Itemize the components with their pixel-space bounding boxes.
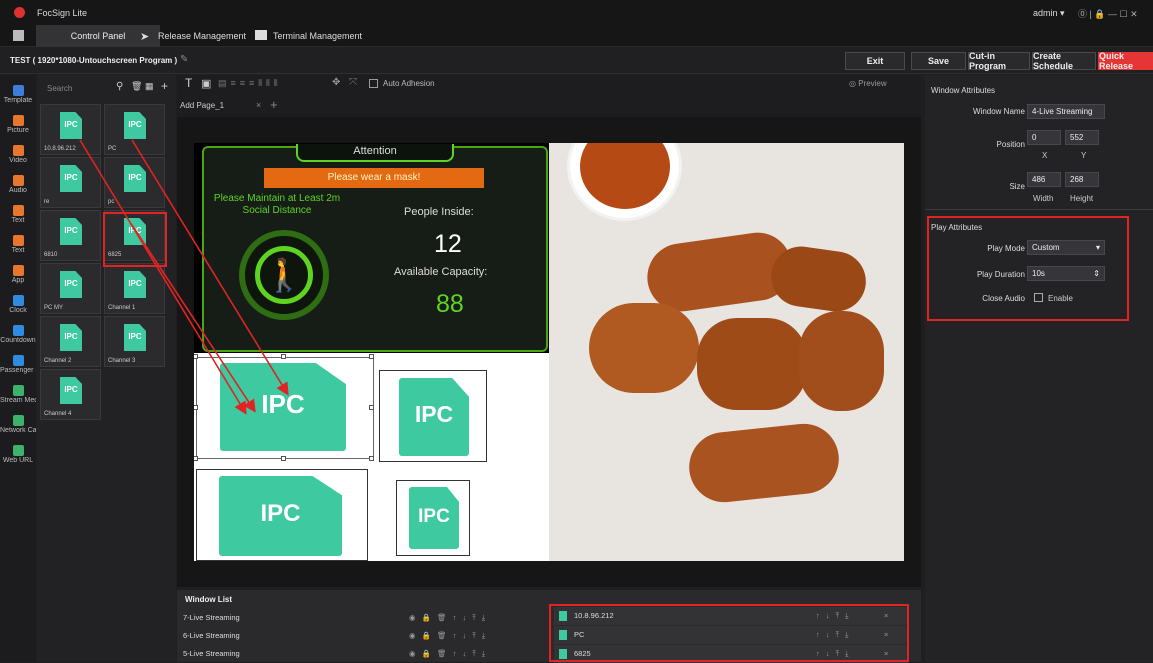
window-row-name: 6-Live Streaming <box>183 631 240 640</box>
window-name-label: Window Name <box>972 107 1025 116</box>
window-attributes-title: Window Attributes <box>931 86 996 95</box>
x-label: X <box>1042 151 1048 160</box>
window-row-name: 7-Live Streaming <box>183 613 240 622</box>
width-label: Width <box>1033 194 1054 203</box>
row-action-icons[interactable]: ◉ 🔒 🗑 ↑ ↓ ⤒ ⤓ <box>409 645 487 662</box>
window-name-field[interactable]: 4-Live Streaming <box>1027 104 1105 119</box>
position-y-field[interactable]: 552 <box>1065 130 1099 145</box>
size-height-field[interactable]: 268 <box>1065 172 1099 187</box>
window-list-title: Window List <box>185 595 233 604</box>
position-label: Position <box>996 140 1025 149</box>
y-label: Y <box>1081 151 1087 160</box>
window-list-row[interactable]: 7-Live Streaming ◉ 🔒 🗑 ↑ ↓ ⤒ ⤓ <box>183 609 543 626</box>
row-action-icons[interactable]: ◉ 🔒 🗑 ↑ ↓ ⤒ ⤓ <box>409 609 487 626</box>
divider <box>925 209 1153 210</box>
row-action-icons[interactable]: ◉ 🔒 🗑 ↑ ↓ ⤒ ⤓ <box>409 627 487 644</box>
window-list-row[interactable]: 5-Live Streaming ◉ 🔒 🗑 ↑ ↓ ⤒ ⤓ <box>183 645 543 662</box>
height-label: Height <box>1070 194 1094 203</box>
position-x-field[interactable]: 0 <box>1027 130 1061 145</box>
annotation-stream-highlight <box>549 604 909 662</box>
window-list-row[interactable]: 6-Live Streaming ◉ 🔒 🗑 ↑ ↓ ⤒ ⤓ <box>183 627 543 644</box>
size-label: Size <box>1009 182 1025 191</box>
attributes-panel: Window Attributes Window Name 4-Live Str… <box>925 75 1153 662</box>
window-row-name: 5-Live Streaming <box>183 649 240 658</box>
size-width-field[interactable]: 486 <box>1027 172 1061 187</box>
annotation-play-attrs-highlight <box>927 216 1129 321</box>
